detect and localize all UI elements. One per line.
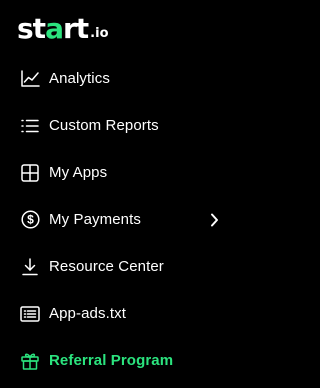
chart-line-icon [20,69,40,89]
svg-text:$: $ [27,213,34,227]
sidebar-item-label: My Apps [49,164,108,181]
sidebar-item-label: App-ads.txt [49,305,126,322]
gift-icon [20,351,40,371]
sidebar-item-label: Referral Program [49,352,174,369]
sidebar-item-label: Resource Center [49,258,164,275]
sidebar-item-custom-reports[interactable]: Custom Reports [0,102,245,149]
sidebar-item-resource-center[interactable]: Resource Center [0,243,245,290]
sidebar-item-my-apps[interactable]: My Apps [0,149,245,196]
sidebar-item-app-ads[interactable]: App-ads.txt [0,290,245,337]
dollar-circle-icon: $ [20,210,40,230]
sidebar-item-analytics[interactable]: Analytics [0,55,245,102]
sidebar-item-my-payments[interactable]: $ My Payments [0,196,245,243]
sidebar-nav: Analytics Custom Reports My Apps $ My Pa… [0,55,245,384]
sidebar-item-referral-program[interactable]: Referral Program [0,337,245,384]
chevron-right-icon[interactable] [208,213,220,227]
sidebar-item-label: Custom Reports [49,117,159,134]
sidebar: start .io Analytics Custom Reports My Ap… [0,0,245,388]
logo-suffix: .io [90,26,109,41]
sidebar-item-label: My Payments [49,211,141,228]
grid-icon [20,163,40,183]
logo-wordmark: start [17,12,89,45]
startio-logo[interactable]: start .io [17,14,109,44]
list-icon [20,116,40,136]
sidebar-item-label: Analytics [49,70,110,87]
document-list-icon [20,304,40,324]
download-icon [20,257,40,277]
